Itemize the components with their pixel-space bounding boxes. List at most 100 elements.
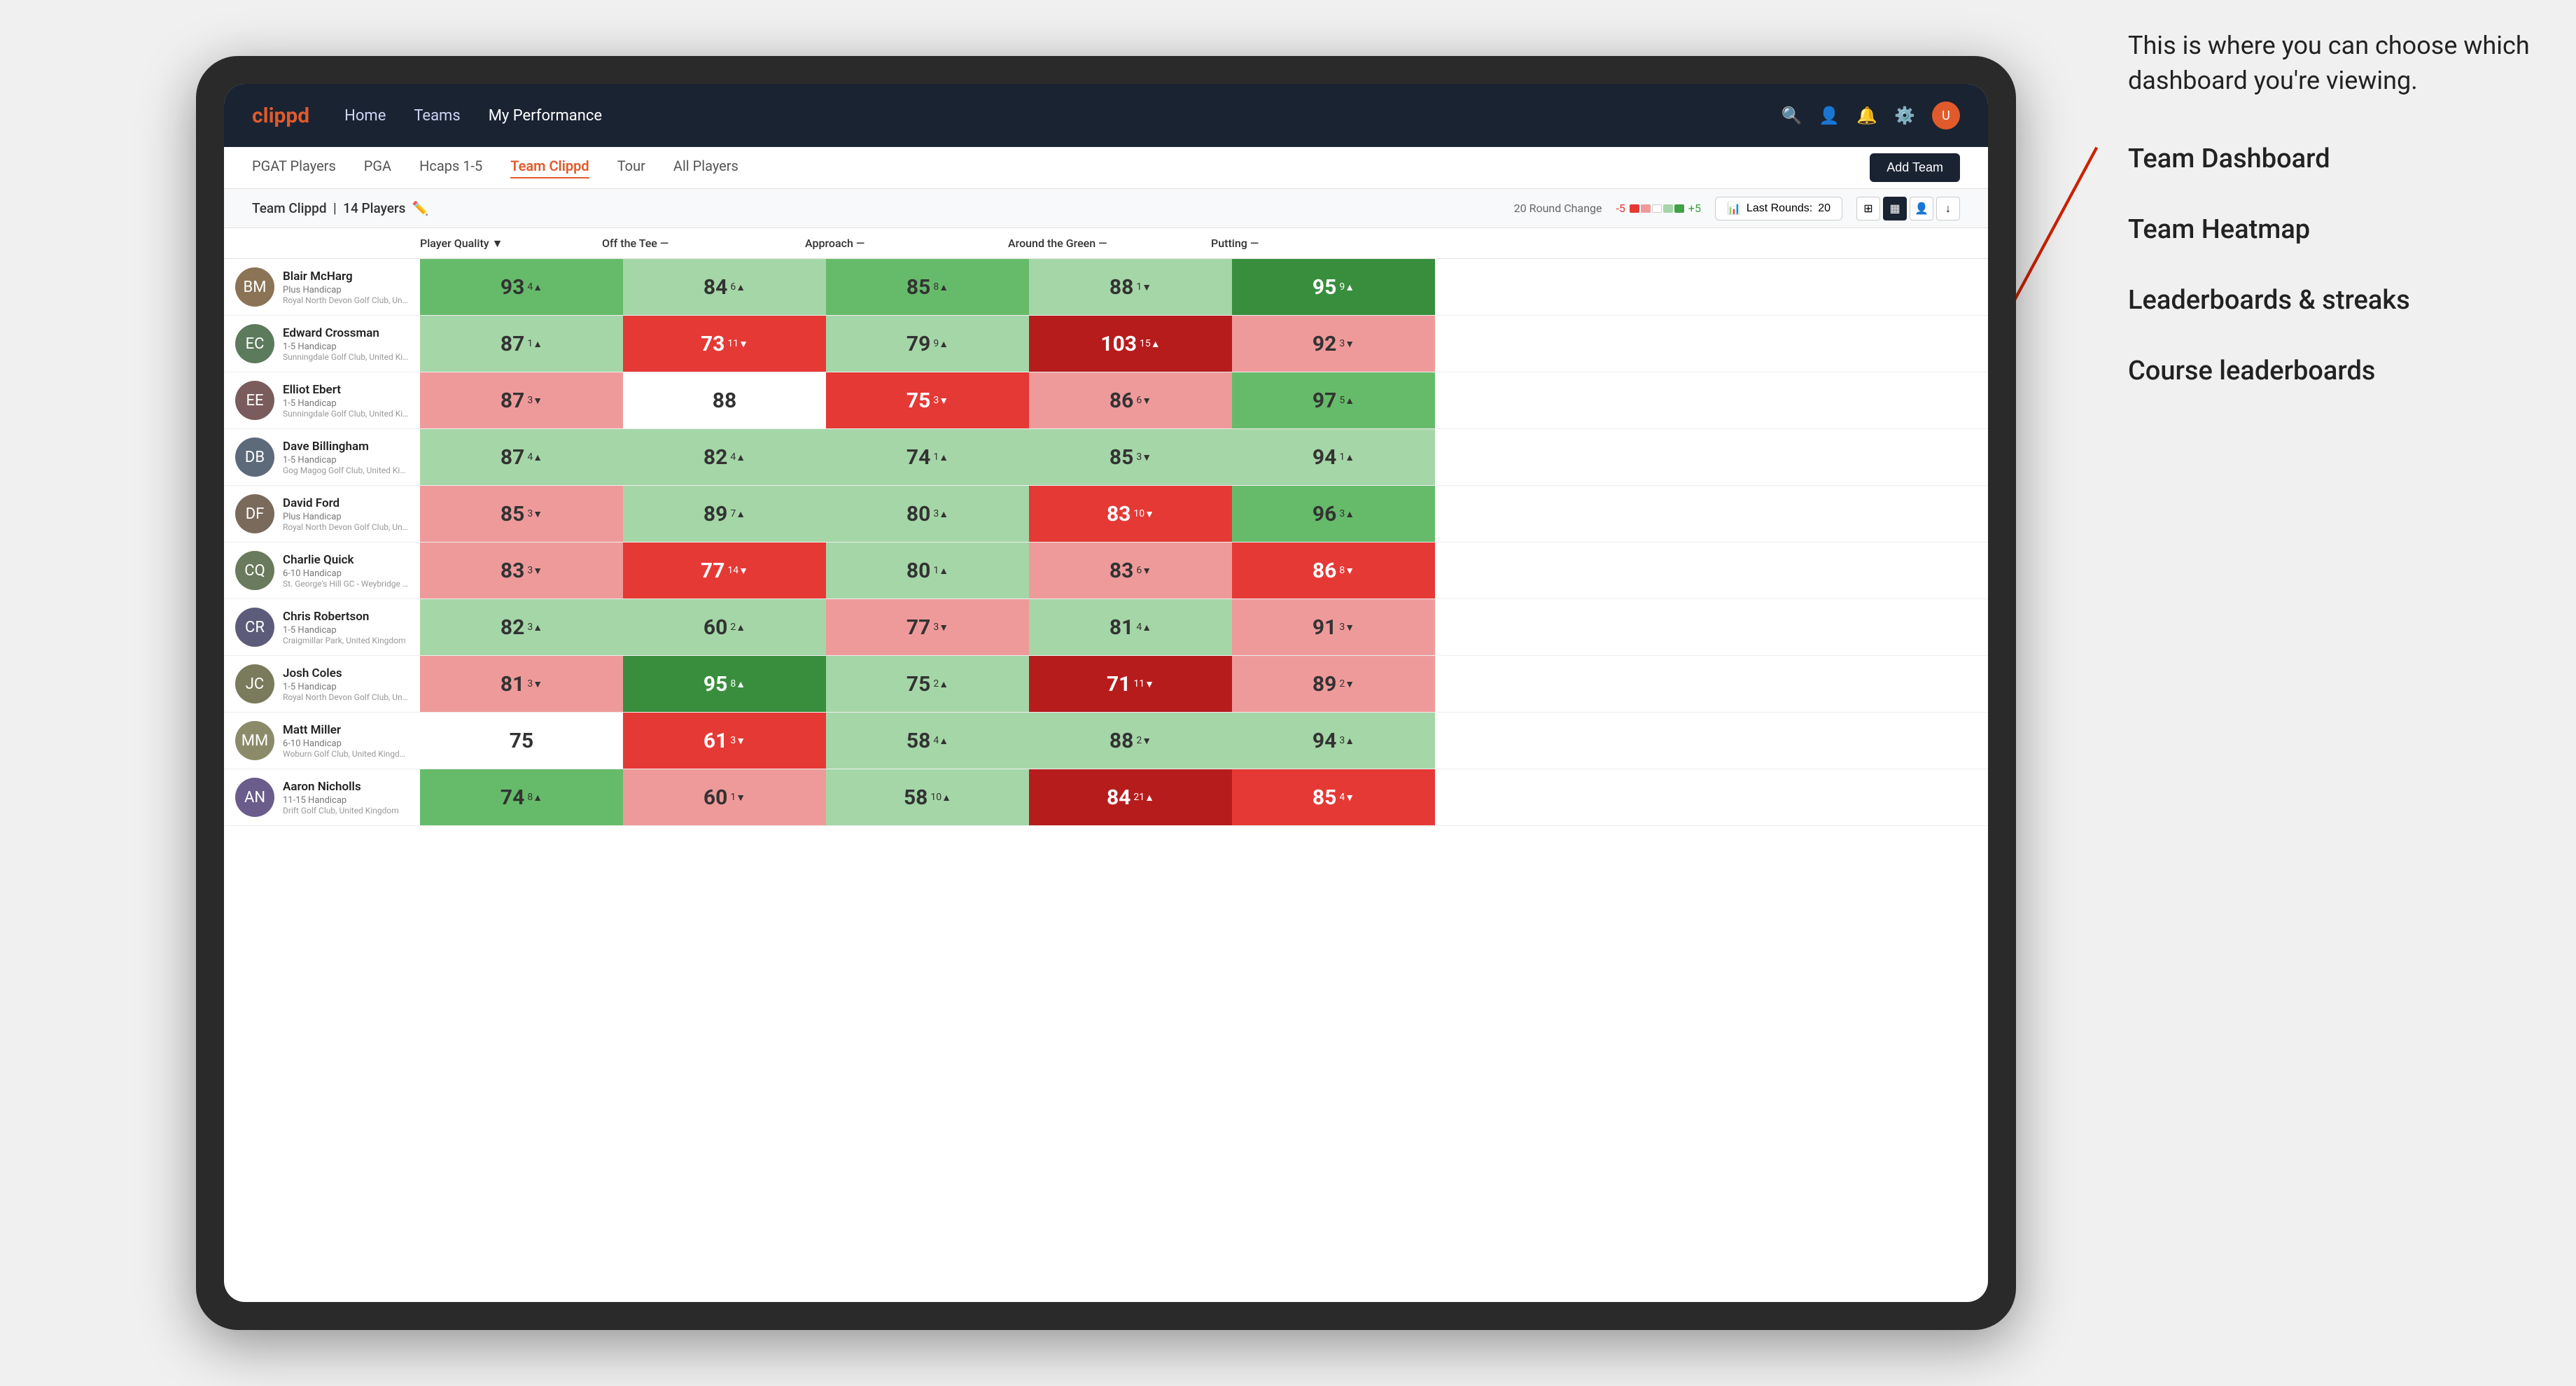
player-info[interactable]: ANAaron Nicholls11-15 HandicapDrift Golf… (224, 769, 420, 825)
col-header-approach: Approach — (805, 237, 1008, 250)
stat-change: 5 (1339, 395, 1354, 407)
nav-link-home[interactable]: Home (344, 107, 386, 125)
player-details: David FordPlus HandicapRoyal North Devon… (283, 496, 409, 532)
view-icons: ⊞ ▦ 👤 ↓ (1856, 197, 1960, 220)
stat-change: 2 (1136, 735, 1152, 747)
stat-change: 4 (527, 451, 542, 463)
stat-cell: 836 (1029, 542, 1232, 598)
last-rounds-button[interactable]: 📊 Last Rounds: 20 (1715, 197, 1842, 220)
stat-value: 73 (701, 332, 724, 356)
table-row: CRChris Robertson1-5 HandicapCraigmillar… (224, 599, 1988, 656)
settings-icon[interactable]: ⚙️ (1894, 106, 1915, 125)
stat-cell: 873 (420, 372, 623, 428)
stat-value: 88 (713, 388, 736, 413)
stat-cell: 88 (623, 372, 826, 428)
arrow-down-icon (533, 565, 542, 577)
user-icon[interactable]: 👤 (1819, 106, 1840, 125)
player-info[interactable]: BMBlair McHargPlus HandicapRoyal North D… (224, 259, 420, 315)
player-handicap: Plus Handicap (283, 285, 409, 295)
arrow-down-icon (1345, 678, 1354, 690)
stat-cell: 75 (420, 713, 623, 769)
player-info[interactable]: ECEdward Crossman1-5 HandicapSunningdale… (224, 316, 420, 372)
stat-change: 11 (1133, 678, 1154, 690)
avatar: DB (235, 438, 274, 477)
player-details: Chris Robertson1-5 HandicapCraigmillar P… (283, 610, 409, 645)
stat-value: 94 (1312, 445, 1336, 470)
sub-nav-link-team-clippd[interactable]: Team Clippd (510, 158, 589, 178)
sub-nav-link-hcaps-1-5[interactable]: Hcaps 1-5 (419, 158, 482, 178)
color-bar (1630, 204, 1684, 213)
player-info[interactable]: MMMatt Miller6-10 HandicapWoburn Golf Cl… (224, 713, 420, 769)
player-details: Elliot Ebert1-5 HandicapSunningdale Golf… (283, 383, 409, 419)
stat-change: 9 (1339, 281, 1354, 293)
stat-change: 8 (527, 792, 542, 804)
stat-change: 4 (730, 451, 746, 463)
stat-cell: 7111 (1029, 656, 1232, 712)
stat-change: 2 (730, 622, 746, 634)
search-icon[interactable]: 🔍 (1781, 106, 1802, 125)
player-club: Royal North Devon Golf Club, United King… (283, 692, 409, 702)
add-team-button[interactable]: Add Team (1870, 153, 1960, 182)
stat-cell: 833 (420, 542, 623, 598)
download-button[interactable]: ↓ (1936, 197, 1960, 220)
table-area: Player Quality ▼ Off the Tee — Approach … (224, 228, 1988, 1302)
grid-view-button[interactable]: ⊞ (1856, 197, 1880, 220)
player-details: Matt Miller6-10 HandicapWoburn Golf Club… (283, 723, 409, 759)
stat-cells: 934846858881959 (420, 259, 1988, 315)
stat-change: 3 (933, 395, 948, 407)
player-info[interactable]: EEElliot Ebert1-5 HandicapSunningdale Go… (224, 372, 420, 428)
table-row: ECEdward Crossman1-5 HandicapSunningdale… (224, 316, 1988, 372)
player-name: Josh Coles (283, 666, 409, 680)
stat-cell: 748 (420, 769, 623, 825)
nav-link-teams[interactable]: Teams (414, 107, 460, 125)
stat-change: 3 (1136, 451, 1152, 463)
stat-change: 14 (727, 565, 748, 577)
stat-change: 3 (1339, 735, 1354, 747)
stat-cell: 897 (623, 486, 826, 542)
person-view-button[interactable]: 👤 (1910, 197, 1933, 220)
player-info[interactable]: DFDavid FordPlus HandicapRoyal North Dev… (224, 486, 420, 542)
stat-cell: 868 (1232, 542, 1435, 598)
player-details: Josh Coles1-5 HandicapRoyal North Devon … (283, 666, 409, 702)
stat-value: 79 (906, 332, 930, 356)
sub-nav-link-pgat-players[interactable]: PGAT Players (252, 158, 336, 178)
stat-change: 15 (1140, 338, 1161, 350)
stat-change: 8 (1339, 565, 1354, 577)
player-info[interactable]: DBDave Billingham1-5 HandicapGog Magog G… (224, 429, 420, 485)
sub-nav-link-pga[interactable]: PGA (364, 158, 391, 178)
table-row: CQCharlie Quick6-10 HandicapSt. George's… (224, 542, 1988, 599)
stat-cells: 87388753866975 (420, 372, 1988, 428)
table-row: EEElliot Ebert1-5 HandicapSunningdale Go… (224, 372, 1988, 429)
stat-change: 3 (527, 622, 542, 634)
player-club: Royal North Devon Golf Club, United King… (283, 295, 409, 305)
player-info[interactable]: CRChris Robertson1-5 HandicapCraigmillar… (224, 599, 420, 655)
nav-link-my-performance[interactable]: My Performance (489, 107, 602, 125)
user-avatar[interactable]: U (1932, 102, 1960, 130)
player-info[interactable]: CQCharlie Quick6-10 HandicapSt. George's… (224, 542, 420, 598)
stat-value: 74 (906, 445, 930, 470)
arrow-up-icon (939, 678, 948, 690)
bell-icon[interactable]: 🔔 (1856, 106, 1877, 125)
stat-change: 1 (527, 338, 542, 350)
player-club: Gog Magog Golf Club, United Kingdom (283, 465, 409, 475)
stat-value: 82 (500, 615, 524, 640)
col-header-tee: Off the Tee — (602, 237, 805, 250)
stat-cell: 584 (826, 713, 1029, 769)
stat-change: 1 (1136, 281, 1152, 293)
player-info[interactable]: JCJosh Coles1-5 HandicapRoyal North Devo… (224, 656, 420, 712)
table-view-button[interactable]: ▦ (1883, 197, 1907, 220)
player-handicap: Plus Handicap (283, 512, 409, 522)
sub-nav-link-all-players[interactable]: All Players (673, 158, 738, 178)
arrow-up-icon (939, 735, 948, 747)
stat-cell: 975 (1232, 372, 1435, 428)
arrow-down-icon (736, 792, 746, 804)
stat-value: 77 (906, 615, 930, 640)
stat-value: 85 (500, 502, 524, 526)
arrow-up-icon (736, 678, 746, 690)
stat-value: 58 (904, 785, 927, 810)
sub-nav-link-tour[interactable]: Tour (617, 158, 645, 178)
stat-value: 58 (906, 729, 930, 753)
arrow-down-icon (939, 395, 948, 407)
stat-change: 3 (527, 508, 542, 520)
stat-cell: 866 (1029, 372, 1232, 428)
